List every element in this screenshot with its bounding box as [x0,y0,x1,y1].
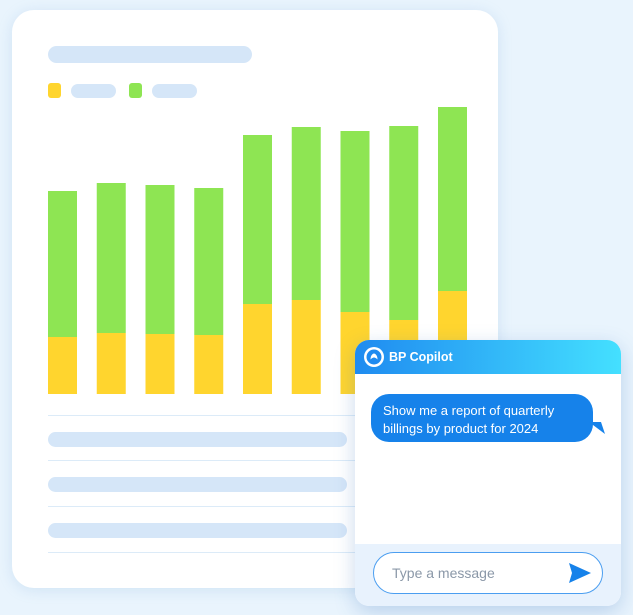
bar-4-segment-1 [194,335,224,394]
bar-5-segment-1 [243,304,272,394]
send-icon[interactable] [567,561,593,585]
chat-header: BP Copilot [355,340,621,374]
chat-title: BP Copilot [389,350,453,364]
bar-2-segment-1 [96,333,126,394]
table-row-placeholder [48,432,347,447]
bar-6-segment-1 [291,300,321,394]
bar-9-segment-2 [438,107,467,291]
table-row-placeholder [48,477,347,492]
bar-3-segment-2 [145,185,175,334]
bar-5-segment-2 [243,135,272,304]
user-message-bubble: Show me a report of quarterly billings b… [371,394,593,442]
bar-3-segment-1 [145,334,175,394]
chat-footer [355,544,621,606]
bar-1-segment-2 [48,191,77,337]
bar-6-segment-2 [291,127,321,300]
bar-2-segment-2 [96,183,126,333]
table-row-placeholder [48,523,347,538]
bp-copilot-logo-icon [364,347,384,367]
chat-window: BP Copilot Show me a report of quarterly… [355,340,621,606]
bar-1-segment-1 [48,337,77,394]
bubble-tail [589,422,605,434]
bar-8-segment-2 [389,126,419,320]
bar-7-segment-2 [340,131,370,312]
bar-4-segment-2 [194,188,224,335]
chat-messages: Show me a report of quarterly billings b… [355,374,621,544]
